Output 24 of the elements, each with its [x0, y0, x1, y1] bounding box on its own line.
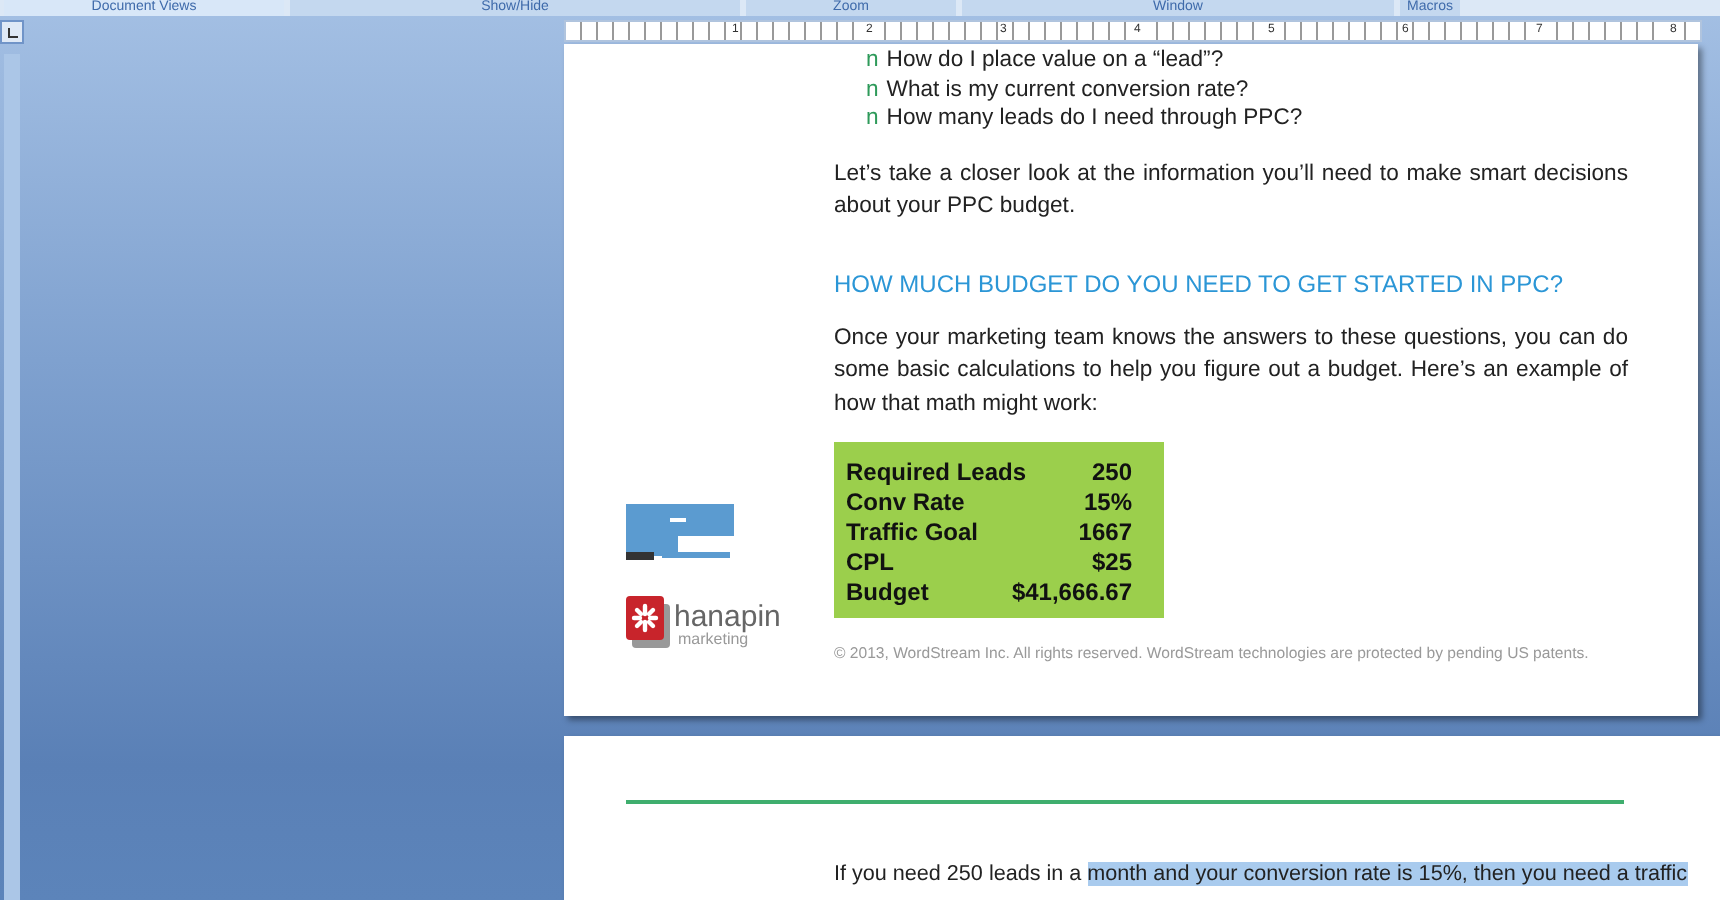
row-value: $41,666.67	[1011, 578, 1132, 608]
row-label: Required Leads	[846, 458, 1027, 488]
row-value: 15%	[1083, 488, 1132, 518]
row-value: 250	[1091, 458, 1132, 488]
asterisk-logo-icon	[626, 596, 670, 648]
body-paragraph: If you need 250 leads in a month and your conversion rate is 15%, then you need a traffic	[834, 860, 1690, 890]
bullet-marker: n	[866, 46, 879, 75]
tab-stop-selector[interactable]	[0, 20, 24, 44]
section-heading: HOW MUCH BUDGET DO YOU NEED TO GET STARTED IN PPC?	[834, 269, 1565, 297]
row-label: Conv Rate	[846, 488, 965, 518]
bullet-text: What is my current conversion rate?	[886, 75, 1249, 104]
bullet-marker: n	[866, 104, 879, 133]
bullet-text: How do I place value on a “lead”?	[886, 46, 1224, 75]
body-paragraph: Once your marketing team knows the answers to these questions, you can do some basic calculations to help you figure out a budget. Here’s an example of how that math might work:	[834, 323, 1628, 419]
logo-name: hanapin	[674, 602, 781, 632]
row-value: 1667	[1078, 518, 1132, 548]
row-value: $25	[1091, 548, 1132, 578]
row-label: CPL	[846, 548, 894, 578]
body-paragraph: Let’s take a closer look at the information you’ll need to make smart decisions about your PPC budget.	[834, 159, 1628, 222]
bullet-marker: n	[866, 75, 879, 104]
logo-tagline: marketing	[678, 632, 749, 648]
row-label: Budget	[846, 578, 929, 608]
bullet-text: How many leads do I need through PPC?	[886, 104, 1303, 133]
row-label: Traffic Goal	[846, 518, 979, 548]
